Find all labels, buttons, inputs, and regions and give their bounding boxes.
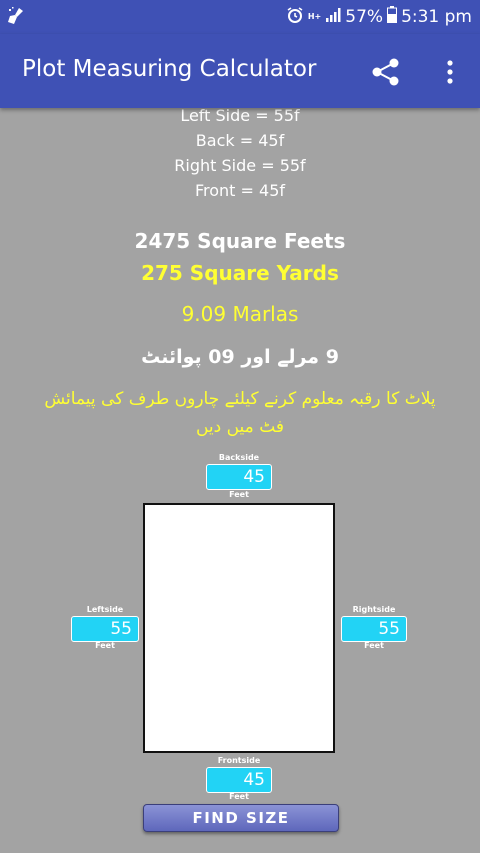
battery-icon [387,6,398,28]
frontside-unit: Feet [229,792,249,801]
clock-time: 5:31 pm [401,7,472,27]
left-side-text: Left Side = 55f [180,106,300,125]
plot-diagram [143,503,335,753]
share-icon[interactable] [368,54,404,90]
frontside-label: Frontside [217,756,261,765]
backside-label: Backside [218,453,260,462]
square-yards-result: 275 Square Yards [141,261,339,285]
find-size-button[interactable]: FIND SIZE [143,804,339,832]
rightside-label: Rightside [352,605,396,614]
backside-unit: Feet [229,490,249,499]
app-bar: Plot Measuring Calculator [0,34,480,108]
urdu-marla-result: 9 مرلے اور 09 پوائنٹ [141,346,339,368]
signal-icon [325,7,341,28]
right-side-text: Right Side = 55f [174,156,306,175]
square-feet-result: 2475 Square Feets [134,229,346,253]
urdu-instruction: پلاٹ کا رقبہ معلوم کرنے کیلئے چاروں طرف … [44,389,436,437]
alarm-icon [286,6,304,29]
rightside-input[interactable]: 55 [341,616,407,642]
leftside-input[interactable]: 55 [71,616,139,642]
battery-percent: 57% [345,7,384,27]
status-bar: H+ 57% 5:31 pm [0,0,480,34]
back-side-text: Back = 45f [195,131,285,150]
backside-input[interactable]: 45 [206,464,272,490]
network-type-label: H+ [307,12,322,21]
marlas-result: 9.09 Marlas [181,302,299,326]
cleaner-icon [6,6,26,30]
leftside-label: Leftside [86,605,124,614]
overflow-menu-icon[interactable] [440,54,460,90]
rightside-unit: Feet [364,641,384,650]
frontside-input[interactable]: 45 [206,767,272,793]
app-title: Plot Measuring Calculator [22,56,317,82]
front-side-text: Front = 45f [194,181,286,200]
leftside-unit: Feet [95,641,115,650]
